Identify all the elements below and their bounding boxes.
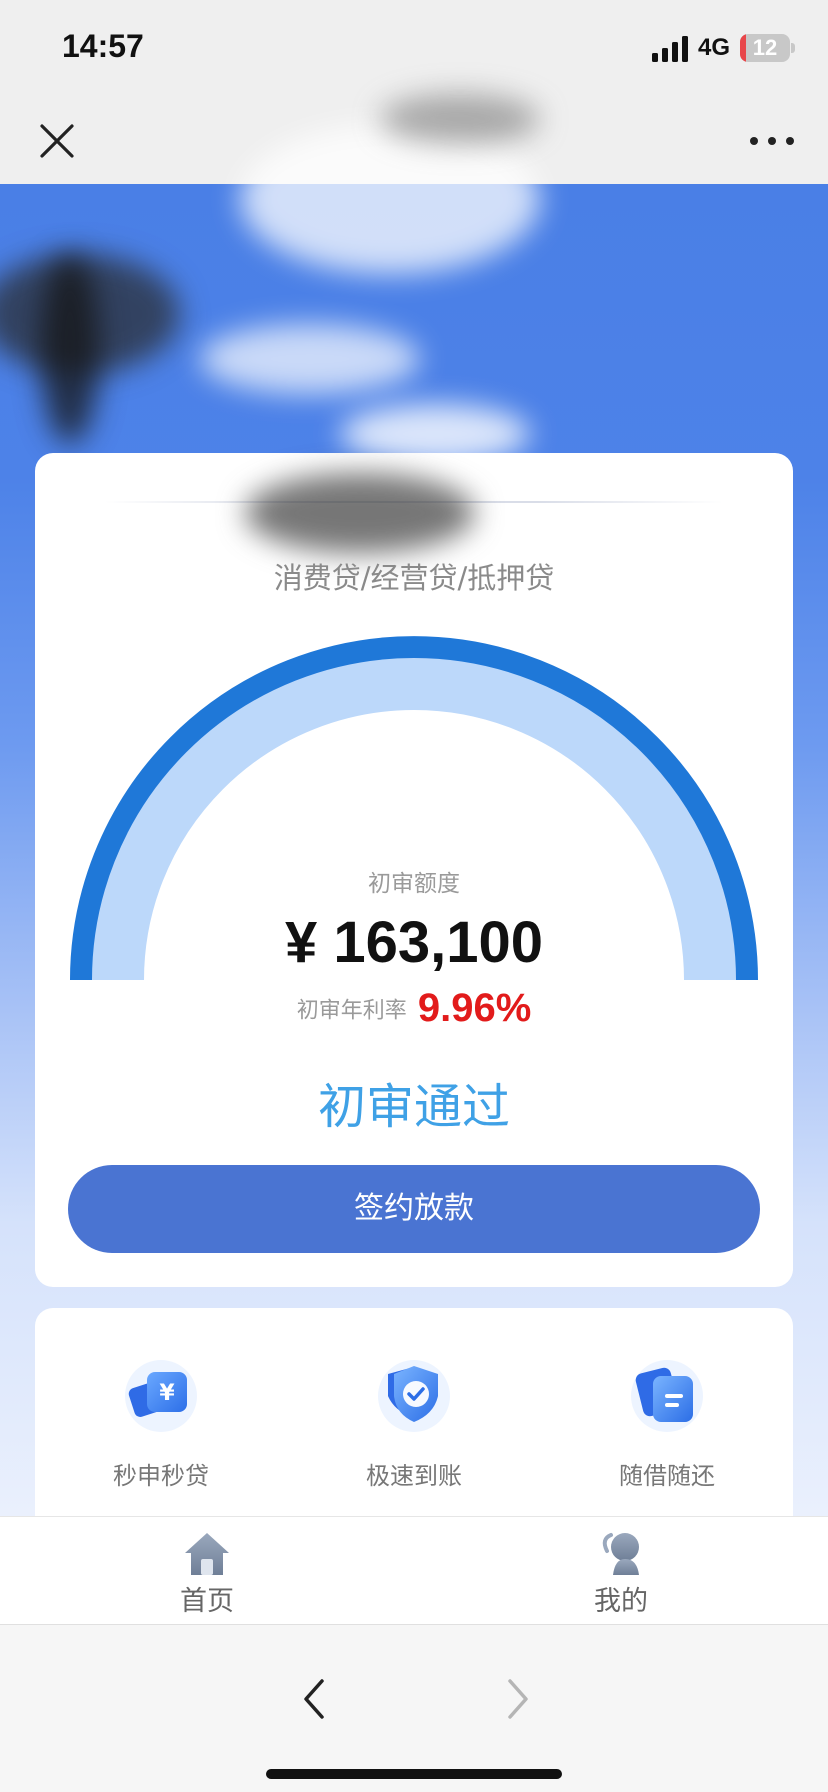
product-types: 消费贷/经营贷/抵押贷 [273,561,555,595]
close-icon[interactable] [36,120,78,162]
svg-text:¥: ¥ [159,1381,175,1406]
rate-label: 初审年利率 [296,998,407,1024]
redacted-area [245,473,475,553]
tab-label: 首页 [180,1586,234,1617]
quota-amount: ¥ 163,100 [284,910,544,975]
home-icon [185,1533,229,1575]
sign-loan-button[interactable]: 签约放款 [68,1165,760,1253]
yen-card-icon: ¥ [125,1360,197,1432]
approval-status: 初审通过 [317,1079,510,1135]
tab-mine[interactable]: 我的 [521,1517,721,1625]
feature-label: 极速到账 [366,1462,462,1490]
redacted-area [200,324,420,394]
status-bar: 14:57 4G 12 [0,0,828,100]
feature-label: 秒申秒贷 [113,1462,209,1490]
battery-level: 12 [752,35,778,60]
status-time: 14:57 [62,28,144,64]
network-type: 4G [698,34,731,61]
tab-label: 我的 [594,1586,648,1617]
document-icon [631,1360,703,1432]
quota-label: 初审额度 [368,871,460,897]
redacted-area [40,254,100,444]
tab-bar: 首页 我的 [0,1516,828,1624]
home-indicator [266,1769,562,1779]
chevron-right-icon[interactable] [498,1675,538,1723]
redacted-area [240,124,540,274]
feature-item: 随借随还 [541,1308,793,1548]
battery-cap [791,43,795,53]
rate-row: 初审年利率 9.96% [35,986,793,1031]
more-icon[interactable] [746,120,798,162]
battery-icon: 12 [740,34,790,62]
user-icon [602,1533,639,1575]
loan-card: 消费贷/经营贷/抵押贷 初审额度 ¥ 163,100 初审年利率 9.96% 初… [35,453,793,1287]
features-card: ¥ 秒申秒贷 极速到账 随借随还 [35,1308,793,1548]
browser-toolbar [0,1624,828,1792]
chevron-left-icon[interactable] [294,1675,334,1723]
shield-check-icon [378,1360,450,1432]
feature-item: 极速到账 [288,1308,540,1548]
tab-home[interactable]: 首页 [107,1517,307,1625]
redacted-area [380,94,540,144]
feature-item: ¥ 秒申秒贷 [35,1308,287,1548]
feature-label: 随借随还 [619,1462,715,1490]
rate-value: 9.96% [417,986,532,1030]
signal-icon [652,36,688,62]
